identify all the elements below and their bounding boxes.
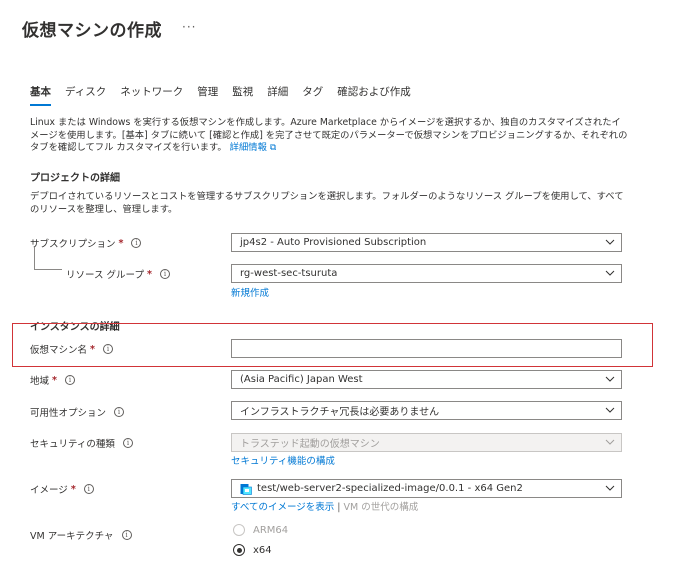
required-marker: * (146, 268, 152, 280)
image-value: test/web-server2-specialized-image/0.0.1… (257, 483, 523, 494)
vm-name-input[interactable] (231, 339, 622, 358)
image-select[interactable]: test/web-server2-specialized-image/0.0.1… (231, 479, 622, 498)
intro-text: Linux または Windows を実行する仮想マシンを作成します。Azure… (30, 117, 630, 155)
image-links: すべてのイメージを表示 | VM の世代の構成 (231, 499, 418, 513)
info-icon[interactable]: i (159, 269, 170, 279)
tab-management[interactable]: 管理 (197, 84, 218, 106)
required-marker: * (118, 237, 124, 249)
info-icon[interactable]: i (121, 530, 132, 540)
subscription-select[interactable]: jp4s2 - Auto Provisioned Subscription (231, 233, 622, 252)
region-label-text: 地域 (30, 376, 50, 387)
image-gallery-icon (240, 483, 252, 495)
security-type-label: セキュリティの種類 i (30, 436, 133, 450)
resource-group-value: rg-west-sec-tsuruta (240, 268, 338, 279)
required-marker: * (90, 343, 95, 355)
chevron-down-icon (605, 237, 615, 247)
radio-arm64[interactable]: ARM64 (233, 524, 288, 536)
availability-select[interactable]: インフラストラクチャ冗長は必要ありません (231, 401, 622, 420)
security-type-label-text: セキュリティの種類 (30, 439, 115, 450)
required-marker: * (52, 374, 57, 386)
info-icon[interactable]: i (64, 375, 75, 385)
info-icon[interactable]: i (114, 407, 125, 417)
radio-label: x64 (253, 544, 272, 556)
radio-label: ARM64 (253, 524, 289, 536)
info-icon[interactable]: i (122, 438, 133, 448)
region-value: (Asia Pacific) Japan West (240, 374, 363, 385)
chevron-down-icon (605, 437, 615, 447)
resource-group-label: リソース グループ * i (66, 267, 170, 281)
security-type-select[interactable]: トラステッド起動の仮想マシン (231, 433, 622, 452)
info-icon[interactable]: i (131, 238, 142, 248)
tab-review-create[interactable]: 確認および作成 (337, 84, 411, 106)
create-new-resource-group-link[interactable]: 新規作成 (231, 285, 269, 299)
availability-label-text: 可用性オプション (30, 408, 107, 419)
tree-connector (34, 247, 62, 270)
availability-label: 可用性オプション i (30, 405, 125, 419)
link-separator: | (337, 502, 341, 513)
vm-name-label: 仮想マシン名 * i (30, 342, 113, 356)
learn-more-link[interactable]: 詳細情報 (230, 142, 267, 153)
tab-networking[interactable]: ネットワーク (120, 84, 183, 106)
chevron-down-icon (605, 405, 615, 415)
availability-value: インフラストラクチャ冗長は必要ありません (240, 407, 440, 418)
security-type-value: トラステッド起動の仮想マシン (240, 439, 380, 450)
tab-tags[interactable]: タグ (302, 84, 323, 106)
intro-body: Linux または Windows を実行する仮想マシンを作成します。Azure… (30, 117, 628, 153)
required-marker: * (70, 483, 76, 495)
tab-disks[interactable]: ディスク (65, 84, 106, 106)
vm-name-label-text: 仮想マシン名 (30, 345, 88, 356)
tab-basics[interactable]: 基本 (30, 84, 51, 106)
project-details-heading: プロジェクトの詳細 (30, 173, 120, 184)
radio-button[interactable] (233, 524, 245, 536)
project-details-description: デプロイされているリソースとコストを管理するサブスクリプションを選択します。フォ… (30, 191, 624, 215)
configure-vm-generation-link[interactable]: VM の世代の構成 (344, 502, 419, 513)
radio-button[interactable] (233, 544, 245, 556)
resource-group-select[interactable]: rg-west-sec-tsuruta (231, 264, 622, 283)
resource-group-label-text: リソース グループ (66, 270, 144, 281)
chevron-down-icon (605, 483, 615, 493)
vm-architecture-label: VM アーキテクチャ i (30, 528, 132, 542)
more-options-icon[interactable]: ··· (182, 20, 196, 34)
page-title: 仮想マシンの作成 (22, 21, 162, 41)
tab-monitoring[interactable]: 監視 (232, 84, 253, 106)
info-icon[interactable]: i (102, 344, 113, 354)
chevron-down-icon (605, 268, 615, 278)
tab-bar: 基本 ディスク ネットワーク 管理 監視 詳細 タグ 確認および作成 (30, 84, 425, 106)
see-all-images-link[interactable]: すべてのイメージを表示 (231, 502, 334, 513)
radio-x64[interactable]: x64 (233, 544, 272, 556)
tab-advanced[interactable]: 詳細 (267, 84, 288, 106)
external-link-icon: ⧉ (269, 143, 277, 153)
region-select[interactable]: (Asia Pacific) Japan West (231, 370, 622, 389)
image-label: イメージ * i (30, 482, 94, 496)
image-label-text: イメージ (30, 485, 68, 496)
info-icon[interactable]: i (83, 484, 94, 494)
chevron-down-icon (605, 374, 615, 384)
configure-security-features-link[interactable]: セキュリティ機能の構成 (231, 453, 335, 467)
vm-architecture-label-text: VM アーキテクチャ (30, 531, 114, 542)
region-label: 地域 * i (30, 373, 75, 387)
subscription-value: jp4s2 - Auto Provisioned Subscription (240, 237, 427, 248)
